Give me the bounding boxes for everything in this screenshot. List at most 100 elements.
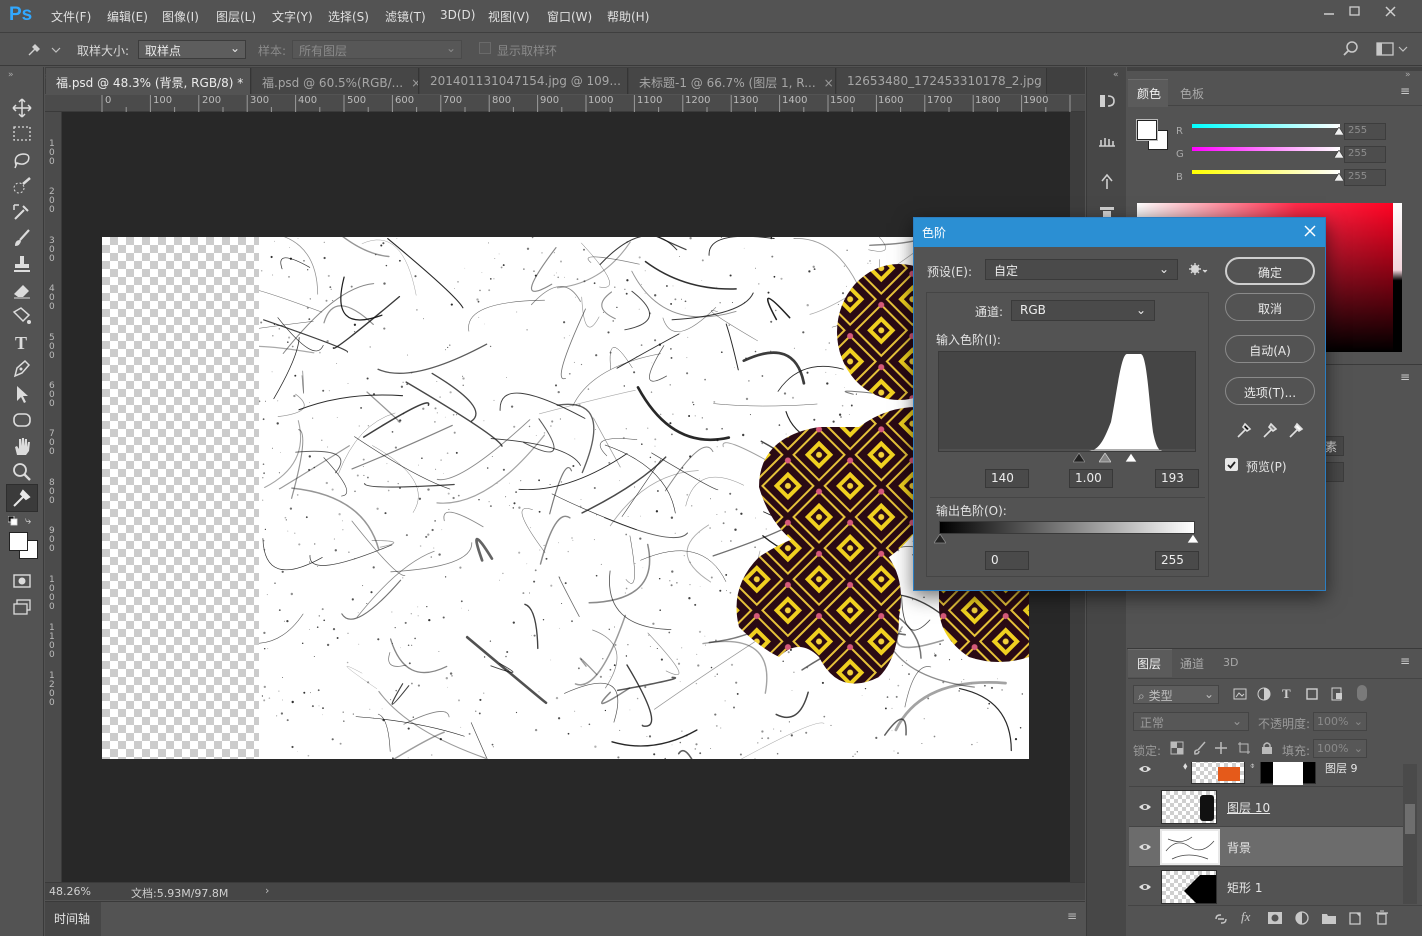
input-black-field[interactable]: 140 <box>985 469 1029 488</box>
fx-icon[interactable]: fx <box>1241 909 1250 925</box>
layer-row[interactable]: 矩形 1 <box>1129 867 1403 904</box>
show-ring-checkbox[interactable] <box>479 42 491 54</box>
workspace-icon[interactable] <box>1375 41 1409 57</box>
panel-menu-icon[interactable]: ≡ <box>1400 84 1410 98</box>
layer-name[interactable]: 背景 <box>1227 839 1251 856</box>
new-layer-icon[interactable] <box>1348 911 1362 925</box>
menu-type[interactable]: 文字(Y) <box>272 8 313 25</box>
output-white-slider-handle[interactable] <box>1187 534 1199 544</box>
g-slider[interactable] <box>1192 147 1340 151</box>
stamp-tool-icon[interactable] <box>10 253 34 275</box>
menu-file[interactable]: 文件(F) <box>51 8 91 25</box>
visibility-eye-icon[interactable] <box>1138 842 1152 852</box>
add-mask-icon[interactable] <box>1267 911 1283 925</box>
opacity-field[interactable]: 100% ⌄ <box>1313 712 1367 731</box>
close-icon[interactable] <box>1301 222 1319 240</box>
lock-move-icon[interactable] <box>1214 741 1228 755</box>
layer-name[interactable]: 矩形 1 <box>1227 879 1262 896</box>
layer-name[interactable]: 图层 9 <box>1325 762 1358 776</box>
layer-mask-thumbnail[interactable] <box>1260 762 1316 785</box>
panel-collapse-icon[interactable]: » <box>1405 70 1411 80</box>
gradient-tool-icon[interactable] <box>10 305 34 327</box>
tab-untitled-1[interactable]: 未标题-1 @ 66.7% (图层 1, R... × <box>629 68 836 94</box>
collapse-arrows-icon[interactable]: » <box>8 70 14 80</box>
output-black-slider-handle[interactable] <box>934 534 946 544</box>
channel-select[interactable]: RGB ⌄ <box>1011 300 1155 321</box>
lock-artboard-icon[interactable] <box>1237 741 1251 755</box>
slider-handle-icon[interactable] <box>1334 150 1344 158</box>
tab-jpg-2[interactable]: 12653480_172453310178_2.jpg× <box>837 68 1047 94</box>
preview-checkbox[interactable] <box>1225 458 1238 471</box>
b-value[interactable]: 255 <box>1344 169 1386 186</box>
r-slider[interactable] <box>1192 124 1340 128</box>
close-icon[interactable]: × <box>824 76 834 90</box>
shape-tool-icon[interactable] <box>10 409 34 431</box>
history-icon[interactable] <box>1097 91 1117 111</box>
actions-icon[interactable] <box>1097 131 1117 151</box>
black-point-eyedropper-icon[interactable] <box>1235 421 1253 439</box>
hand-tool-icon[interactable] <box>10 435 34 457</box>
restore-icon[interactable] <box>1342 2 1368 22</box>
foreground-color-swatch[interactable] <box>1136 119 1158 141</box>
menu-layer[interactable]: 图层(L) <box>216 8 256 25</box>
tab-jpg-1[interactable]: 20140113104715​4.jpg @ 109...× <box>420 68 628 94</box>
search-icon[interactable] <box>1342 41 1360 57</box>
zoom-tool-icon[interactable] <box>10 461 34 483</box>
minimize-icon[interactable] <box>1316 2 1342 22</box>
visibility-eye-icon[interactable] <box>1138 802 1152 812</box>
menu-help[interactable]: 帮助(H) <box>607 8 649 25</box>
gray-point-eyedropper-icon[interactable] <box>1261 421 1279 439</box>
output-white-field[interactable]: 255 <box>1155 551 1199 570</box>
panel-menu-icon[interactable]: ≡ <box>1067 909 1077 923</box>
timeline-tab[interactable]: 时间轴 <box>54 910 90 927</box>
default-colors-icon[interactable] <box>8 516 18 526</box>
layer-filter-select[interactable]: ⌕ 类型 ⌄ <box>1133 685 1219 704</box>
menu-3d[interactable]: 3D(D) <box>440 8 475 22</box>
sample-select[interactable]: 所有图层 ⌄ <box>292 40 462 59</box>
lasso-tool-icon[interactable] <box>10 149 34 171</box>
sample-size-select[interactable]: 取样点 ⌄ <box>138 40 246 59</box>
menu-filter[interactable]: 滤镜(T) <box>385 8 426 25</box>
lock-all-icon[interactable] <box>1260 741 1274 755</box>
input-white-slider-handle[interactable] <box>1125 453 1137 463</box>
tab-fu-psd-2[interactable]: 福.psd @ 60.5%(RGB/... × <box>252 68 419 94</box>
auto-button[interactable]: 自动(A) <box>1225 335 1315 363</box>
document-canvas[interactable] <box>102 237 1029 759</box>
g-value[interactable]: 255 <box>1344 146 1386 163</box>
eraser-tool-icon[interactable] <box>10 279 34 301</box>
adjustment-layer-icon[interactable] <box>1295 911 1309 925</box>
pen-tool-icon[interactable] <box>10 357 34 379</box>
layer-row[interactable]: ⬧ ⌽ 图层 9 <box>1129 762 1403 787</box>
panel-menu-icon[interactable]: ≡ <box>1400 370 1410 384</box>
status-menu-arrow-icon[interactable]: › <box>265 884 269 897</box>
b-slider[interactable] <box>1192 170 1340 174</box>
type-tool-icon[interactable]: T <box>10 331 34 353</box>
menu-image[interactable]: 图像(I) <box>162 8 199 25</box>
brush-settings-icon[interactable] <box>1097 171 1117 191</box>
tab-swatches[interactable]: 色板 <box>1180 85 1204 102</box>
fill-field[interactable]: 100% ⌄ <box>1313 739 1367 758</box>
menu-view[interactable]: 视图(V) <box>488 8 530 25</box>
lock-transparent-icon[interactable] <box>1170 741 1184 755</box>
filter-adjustment-icon[interactable] <box>1257 687 1271 701</box>
eyedropper-tool-button[interactable] <box>6 484 38 512</box>
crop-eyedropper-tool-icon[interactable] <box>10 201 34 223</box>
slider-handle-icon[interactable] <box>1334 173 1344 181</box>
delete-layer-icon[interactable] <box>1375 910 1389 925</box>
gear-icon[interactable] <box>1189 262 1209 276</box>
tab-3d[interactable]: 3D <box>1223 656 1238 669</box>
close-icon[interactable]: × <box>411 76 418 90</box>
brush-tool-icon[interactable] <box>10 227 34 249</box>
menu-select[interactable]: 选择(S) <box>328 8 369 25</box>
menu-window[interactable]: 窗口(W) <box>547 8 592 25</box>
quick-mask-icon[interactable] <box>10 570 34 592</box>
options-button[interactable]: 选项(T)... <box>1225 377 1315 405</box>
quick-select-tool-icon[interactable] <box>10 175 34 197</box>
layer-name[interactable]: 图层 10 <box>1227 799 1270 816</box>
cancel-button[interactable]: 取消 <box>1225 293 1315 321</box>
slider-handle-icon[interactable] <box>1334 127 1344 135</box>
eyedropper-preset-icon[interactable] <box>26 42 62 58</box>
swap-colors-icon[interactable]: ⤷ <box>25 514 31 528</box>
filter-type-icon[interactable]: T <box>1282 686 1291 702</box>
input-white-field[interactable]: 193 <box>1155 469 1199 488</box>
